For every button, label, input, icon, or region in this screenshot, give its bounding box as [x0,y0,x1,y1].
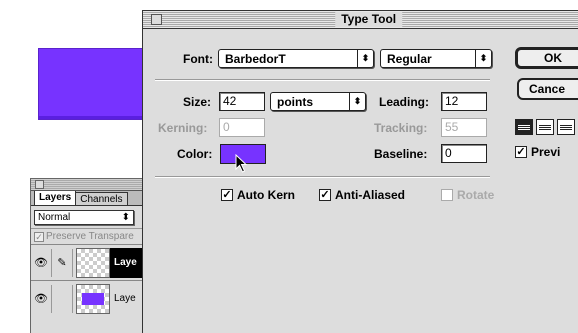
eye-icon[interactable]: 👁 [31,256,51,269]
chevron-updown-icon: ⬍ [357,50,373,67]
leading-field[interactable]: 12 [441,92,487,111]
eye-icon[interactable]: 👁 [31,292,51,305]
layer-thumbnail-swatch [82,292,104,305]
chevron-updown-icon: ⬍ [475,50,491,67]
kerning-label: Kerning: [158,121,208,135]
preserve-transparency-checkbox[interactable]: ✓ [34,231,44,242]
align-center-icon[interactable] [536,119,554,135]
link-slot[interactable] [51,284,73,313]
size-label: Size: [183,95,212,109]
align-left-icon[interactable] [515,119,533,135]
baseline-field[interactable]: 0 [441,144,487,163]
cancel-button[interactable]: Cance [517,78,578,100]
pointer-cursor-icon [235,154,248,173]
preview-option[interactable]: ✓ Previ [515,145,560,159]
brush-icon[interactable]: ✎ [51,248,73,277]
units-select[interactable]: points ⬍ [270,92,366,111]
layer-row[interactable]: 👁 ✎ Laye [31,244,149,280]
rotate-label: Rotate [457,188,495,202]
units-value: points [277,94,313,109]
anti-aliased-checkbox[interactable]: ✓ [319,189,331,201]
blend-mode-select[interactable]: Normal ⬍ [34,209,134,225]
anti-aliased-label: Anti-Aliased [335,188,406,202]
ok-button[interactable]: OK [515,47,578,69]
auto-kern-label: Auto Kern [237,188,295,202]
divider [155,176,490,178]
anti-aliased-option[interactable]: ✓ Anti-Aliased [319,188,405,202]
layer-row[interactable]: 👁 Laye [31,280,149,316]
font-style-value: Regular [387,51,432,66]
tab-channels[interactable]: Channels [75,192,128,205]
layer-thumbnail [76,247,110,278]
align-right-icon[interactable] [557,119,575,135]
font-value: BarbedorT [225,51,286,66]
tab-layers[interactable]: Layers [34,190,77,205]
cancel-button-label: Cance [529,82,566,96]
auto-kern-option[interactable]: ✓ Auto Kern [221,188,295,202]
preserve-transparency-option[interactable]: ✓ Preserve Transpare [31,228,149,244]
close-icon[interactable] [35,180,44,189]
layers-palette-titlebar[interactable] [31,179,149,191]
canvas-purple-rectangle [38,48,150,120]
chevron-updown-icon: ⬍ [121,211,130,223]
size-field[interactable]: 42 [219,92,265,111]
leading-label: Leading: [379,95,429,109]
font-select[interactable]: BarbedorT ⬍ [218,49,374,68]
color-label: Color: [177,147,213,161]
layer-thumbnail [76,283,110,314]
blend-mode-value: Normal [38,211,71,223]
preview-label: Previ [531,145,561,159]
close-icon[interactable] [151,14,162,25]
chevron-updown-icon: ⬍ [349,93,365,110]
kerning-field: 0 [219,118,265,137]
preview-checkbox[interactable]: ✓ [515,146,527,158]
font-label: Font: [183,52,213,66]
rotate-checkbox [441,189,453,201]
preserve-transparency-label: Preserve Transpare [46,231,134,242]
auto-kern-checkbox[interactable]: ✓ [221,189,233,201]
tracking-field: 55 [441,118,487,137]
rotate-option: Rotate [441,188,494,202]
layers-palette: Layers Channels Normal ⬍ ✓ Preserve Tran… [30,178,150,333]
layers-palette-tabs: Layers Channels [31,190,149,206]
tracking-label: Tracking: [374,121,428,135]
font-style-select[interactable]: Regular ⬍ [380,49,492,68]
baseline-label: Baseline: [374,147,428,161]
type-tool-dialog: Type Tool Font: BarbedorT ⬍ Regular ⬍ Si… [142,10,578,333]
ok-button-label: OK [544,51,562,65]
dialog-title: Type Tool [335,12,403,27]
dialog-titlebar[interactable]: Type Tool [143,11,578,29]
divider [155,79,490,81]
